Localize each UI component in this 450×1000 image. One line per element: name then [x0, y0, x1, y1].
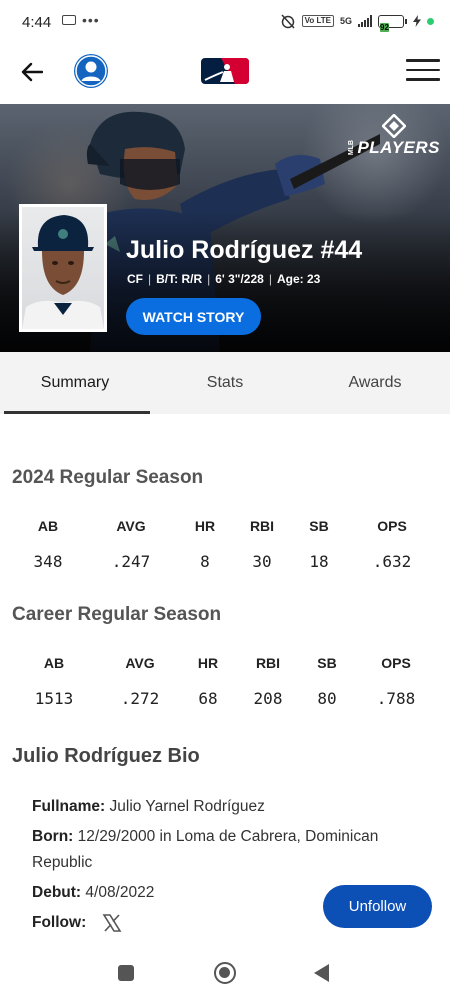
bio-born: Born: 12/29/2000 in Loma de Cabrera, Dom… [32, 824, 432, 876]
tab-stats[interactable]: Stats [150, 352, 300, 414]
tab-summary[interactable]: Summary [0, 352, 150, 414]
player-meta: CF | B/T: R/R | 6' 3"/228 | Age: 23 [127, 272, 320, 286]
unfollow-button[interactable]: Unfollow [323, 885, 432, 928]
headshot-image [22, 215, 104, 329]
stat-value: 208 [253, 689, 283, 708]
stat-value: 30 [252, 552, 272, 571]
stat-header: RBI [249, 518, 275, 534]
players-logo-text: PLAYERS [357, 138, 440, 157]
battery-icon: 92 [378, 14, 407, 32]
player-position: CF [127, 272, 143, 286]
player-name: Julio Rodríguez #44 [126, 236, 363, 264]
back-triangle-icon[interactable] [314, 964, 329, 982]
signal-icon [358, 15, 372, 27]
status-right-icons: Vo LTE 5G 92 [280, 13, 434, 32]
mlb-players-logo: MLB PLAYERS [348, 114, 440, 158]
bio-fullname: Fullname: Julio Yarnel Rodríguez [32, 794, 432, 820]
stat-header: SB [317, 655, 337, 671]
recent-apps-icon[interactable] [118, 965, 134, 981]
charging-icon [413, 15, 421, 27]
stats-header-row: AB AVG HR RBI SB OPS [0, 655, 450, 689]
network-type: 5G [339, 16, 352, 26]
player-bats-throws: B/T: R/R [156, 272, 203, 286]
stat-header: RBI [255, 655, 281, 671]
players-diamond-icon [382, 114, 407, 138]
meta-separator: | [207, 272, 211, 286]
status-bar: 4:44 ••• Vo LTE 5G 92 [0, 0, 450, 44]
stat-header: AB [37, 518, 59, 534]
system-nav-bar [0, 948, 450, 1000]
career-stats-title: Career Regular Season [12, 604, 222, 625]
watch-story-button[interactable]: WATCH STORY [126, 298, 261, 335]
bio-title: Julio Rodríguez Bio [12, 745, 200, 767]
app-header [0, 44, 450, 104]
stat-header: OPS [377, 518, 407, 534]
stat-header: AVG [116, 518, 146, 534]
more-notifications-icon: ••• [82, 12, 100, 28]
stat-header: HR [197, 655, 219, 671]
profile-button[interactable] [74, 54, 108, 88]
bio-label: Fullname: [32, 798, 106, 815]
status-notification-icons: ••• [62, 12, 100, 28]
profile-tabs: Summary Stats Awards [0, 352, 450, 414]
stat-value: 348 [33, 552, 63, 571]
stat-value: 1513 [34, 689, 74, 708]
stat-value: 18 [309, 552, 329, 571]
stat-value: 8 [200, 552, 210, 571]
player-height-weight: 6' 3"/228 [215, 272, 264, 286]
meta-separator: | [268, 272, 272, 286]
volte-icon: Vo LTE [301, 15, 334, 27]
players-logo-small: MLB [348, 140, 356, 156]
stat-value: .632 [372, 552, 412, 571]
season-stats-title: 2024 Regular Season [12, 467, 204, 488]
player-headshot [19, 204, 107, 332]
stat-value: .788 [376, 689, 416, 708]
tab-awards[interactable]: Awards [300, 352, 450, 414]
stat-header: HR [194, 518, 216, 534]
x-twitter-icon[interactable] [102, 913, 122, 933]
stats-value-row: 348 .247 8 30 18 .632 [0, 552, 450, 586]
menu-button[interactable] [406, 59, 440, 83]
arrow-left-icon [21, 62, 43, 82]
battery-level: 92 [380, 22, 389, 32]
alarm-off-icon [281, 14, 295, 29]
bio-label: Follow: [32, 914, 87, 931]
stats-value-row: 1513 .272 68 208 80 .788 [0, 689, 450, 723]
player-age: Age: 23 [276, 272, 321, 286]
stat-header: OPS [381, 655, 411, 671]
bio-label: Born: [32, 828, 74, 845]
stat-header: AB [43, 655, 65, 671]
player-hero: MLB PLAYERS Julio Rodríguez #44 CF | B/T… [0, 104, 450, 352]
stat-value: .272 [120, 689, 160, 708]
meta-separator: | [148, 272, 152, 286]
bio-value: 4/08/2022 [85, 884, 155, 901]
mlb-logo[interactable] [201, 58, 249, 84]
stat-value: 68 [198, 689, 218, 708]
back-button[interactable] [18, 58, 46, 86]
stats-header-row: AB AVG HR RBI SB OPS [0, 518, 450, 552]
season-stats-table: AB AVG HR RBI SB OPS 348 .247 8 30 18 .6… [0, 518, 450, 586]
career-stats-table: AB AVG HR RBI SB OPS 1513 .272 68 208 80… [0, 655, 450, 723]
bio-value: Julio Yarnel Rodríguez [109, 798, 265, 815]
notification-icon [62, 15, 76, 25]
privacy-indicator-icon [427, 17, 434, 25]
stat-value: 80 [317, 689, 337, 708]
user-circle-icon [75, 55, 107, 87]
home-icon[interactable] [214, 962, 236, 984]
stat-header: AVG [125, 655, 155, 671]
status-time: 4:44 [22, 14, 52, 31]
stat-value: .247 [111, 552, 151, 571]
bio-label: Debut: [32, 884, 82, 901]
bio-value: 12/29/2000 in Loma de Cabrera, Dominican… [32, 828, 379, 871]
stat-header: SB [309, 518, 329, 534]
